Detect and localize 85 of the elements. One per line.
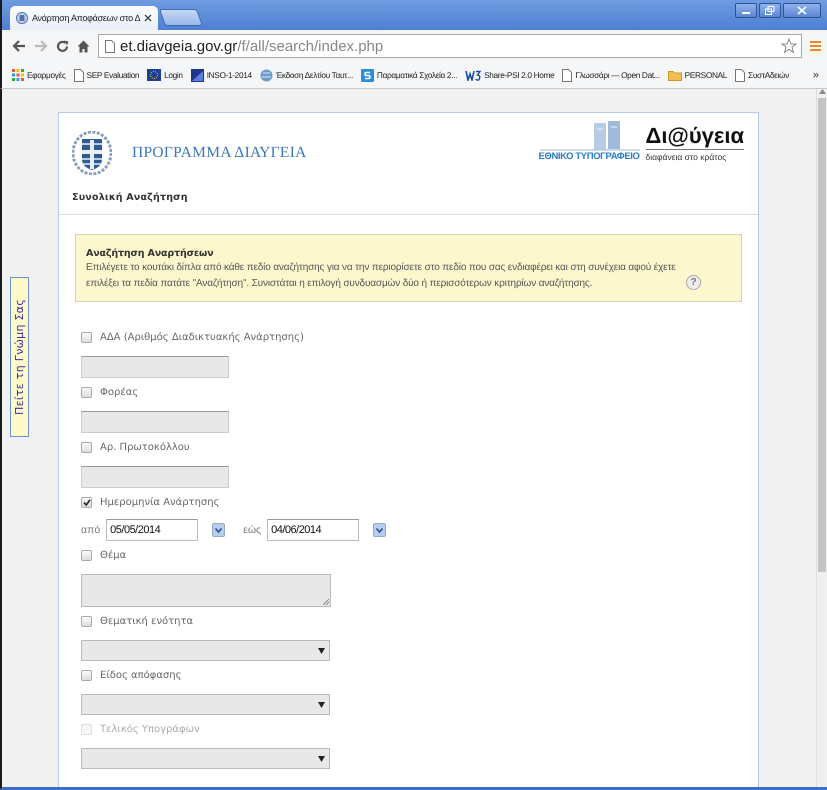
close-button[interactable]	[783, 3, 821, 18]
emblem-icon	[16, 12, 28, 24]
brand-tagline: διαφάνεια στο κράτος	[646, 152, 726, 162]
close-icon[interactable]	[144, 14, 152, 22]
dropdown-arrow-icon	[318, 702, 325, 708]
feedback-tab[interactable]: Πείτε τη Γνώμη Σας	[10, 277, 29, 437]
bookmark-item[interactable]: Γλωσσάρι — Open Dat...	[562, 68, 660, 82]
browser-tab[interactable]: Ανάρτηση Αποφάσεων στο Δ	[10, 6, 158, 30]
page-icon	[74, 68, 84, 82]
text-area[interactable]	[81, 574, 331, 607]
dropdown-arrow-icon	[318, 756, 325, 762]
page-icon	[562, 68, 572, 82]
publisher-name: ΕΘΝΙΚΟ ΤΥΠΟΓΡΑΦΕΙΟ	[538, 151, 640, 162]
page-icon	[105, 40, 115, 52]
restore-button[interactable]	[759, 3, 781, 18]
checkbox[interactable]	[81, 616, 92, 626]
chevron-down-icon	[215, 528, 222, 532]
page-icon	[735, 68, 746, 82]
more-bookmarks-button[interactable]: »	[812, 69, 819, 81]
field-label: Θέμα	[100, 550, 126, 560]
date-picker-button[interactable]	[212, 523, 226, 537]
checkbox[interactable]	[81, 332, 92, 342]
field-label: Φορέας	[100, 386, 138, 398]
flag-icon	[147, 69, 162, 81]
bookmark-item[interactable]: Share-PSI 2.0 Home	[465, 70, 554, 80]
reload-icon[interactable]	[56, 40, 69, 52]
resize-grip-icon	[323, 599, 329, 605]
back-icon[interactable]	[12, 40, 26, 52]
bookmark-item[interactable]: ΣυστΑδειών	[735, 68, 789, 82]
restore-icon	[765, 6, 775, 15]
scrollbar[interactable]	[816, 89, 827, 787]
bookmark-item[interactable]: Έκδοση Δελτίου Ταυτ...	[260, 68, 353, 82]
bookmark-item[interactable]: PERSONAL	[668, 70, 728, 80]
globe-icon	[260, 68, 273, 82]
to-label: εώς	[243, 524, 262, 536]
address-bar[interactable]: et.diavgeia.gov.gr/f/all/search/index.php	[98, 34, 802, 58]
field-label: Είδος απόφασης	[100, 670, 182, 680]
field-label: Ημερομηνία Ανάρτησης	[100, 496, 220, 508]
checkbox[interactable]	[81, 442, 92, 452]
coat-of-arms-icon	[72, 131, 112, 175]
checkbox[interactable]	[81, 496, 92, 508]
minimize-button[interactable]	[735, 3, 757, 18]
text-input[interactable]	[81, 466, 229, 488]
field-label: Τελικός Υπογράφων	[100, 724, 200, 734]
date-picker-button[interactable]	[373, 523, 386, 537]
field-label: ΑΔΑ (Αριθμός Διαδικτυακής Ανάρτησης)	[100, 332, 304, 342]
bookmark-item[interactable]: Παραματικά Σχολεία 2...	[360, 68, 458, 82]
info-title: Αναζήτηση Αναρτήσεων	[86, 248, 214, 260]
bookmark-item[interactable]: SEP Evaluation	[74, 68, 140, 82]
new-tab-button[interactable]	[159, 9, 204, 26]
folder-icon	[668, 70, 682, 80]
checkbox[interactable]	[81, 670, 92, 680]
chart-icon	[190, 68, 204, 82]
menu-icon[interactable]	[810, 40, 821, 52]
apps-grid-icon	[12, 69, 24, 81]
checkbox[interactable]	[81, 386, 92, 398]
forward-icon[interactable]	[34, 40, 48, 52]
text-input[interactable]	[81, 411, 229, 433]
s-logo-icon	[360, 68, 374, 82]
date-input[interactable]: 04/06/2014	[267, 519, 360, 541]
field-label: Θεματική ενότητα	[100, 616, 194, 626]
checkmark-icon	[82, 498, 90, 506]
close-icon	[797, 6, 807, 15]
w3-logo-icon	[465, 70, 482, 80]
dropdown[interactable]	[81, 694, 330, 715]
home-icon[interactable]	[77, 40, 90, 52]
field-label: Αρ. Πρωτοκόλλου	[100, 442, 190, 452]
books-icon	[540, 121, 640, 151]
dropdown[interactable]	[81, 748, 330, 769]
chevron-down-icon	[376, 528, 384, 532]
dropdown[interactable]	[81, 640, 330, 661]
from-label: από	[81, 524, 100, 536]
program-title: ΠΡΟΓΡΑΜΜΑ ΔΙΑΥΓΕΙΑ	[132, 144, 307, 162]
page-subtitle: Συνολική Αναζήτηση	[72, 192, 189, 203]
bookmark-item[interactable]: Login	[147, 69, 183, 81]
info-text: Επιλέγετε το κουτάκι δίπλα από κάθε πεδίο αναζήτησης για να την περιορίσετε στο πεδίο που σας ενδιαφέρει και στη συνέχεια αφού έχετε επιλέξει τα πεδία πατάτε "Αναζήτηση". Συνιστάται η επιλογή συνδυασμών δύο ή περισσότερων κριτηρίων αναζήτησης.	[86, 261, 677, 291]
text-input[interactable]	[81, 356, 229, 378]
bookmark-star-icon[interactable]	[781, 38, 797, 54]
help-icon[interactable]: ?	[686, 275, 701, 290]
brand-logo-text: Δι@ύγεια	[646, 125, 744, 150]
dropdown-arrow-icon	[318, 648, 325, 654]
date-input[interactable]: 05/05/2014	[106, 519, 198, 541]
bookmark-item[interactable]: INSO-1-2014	[190, 68, 252, 82]
bookmark-item[interactable]: Εφαρμογές	[12, 69, 66, 81]
checkbox[interactable]	[81, 550, 92, 560]
